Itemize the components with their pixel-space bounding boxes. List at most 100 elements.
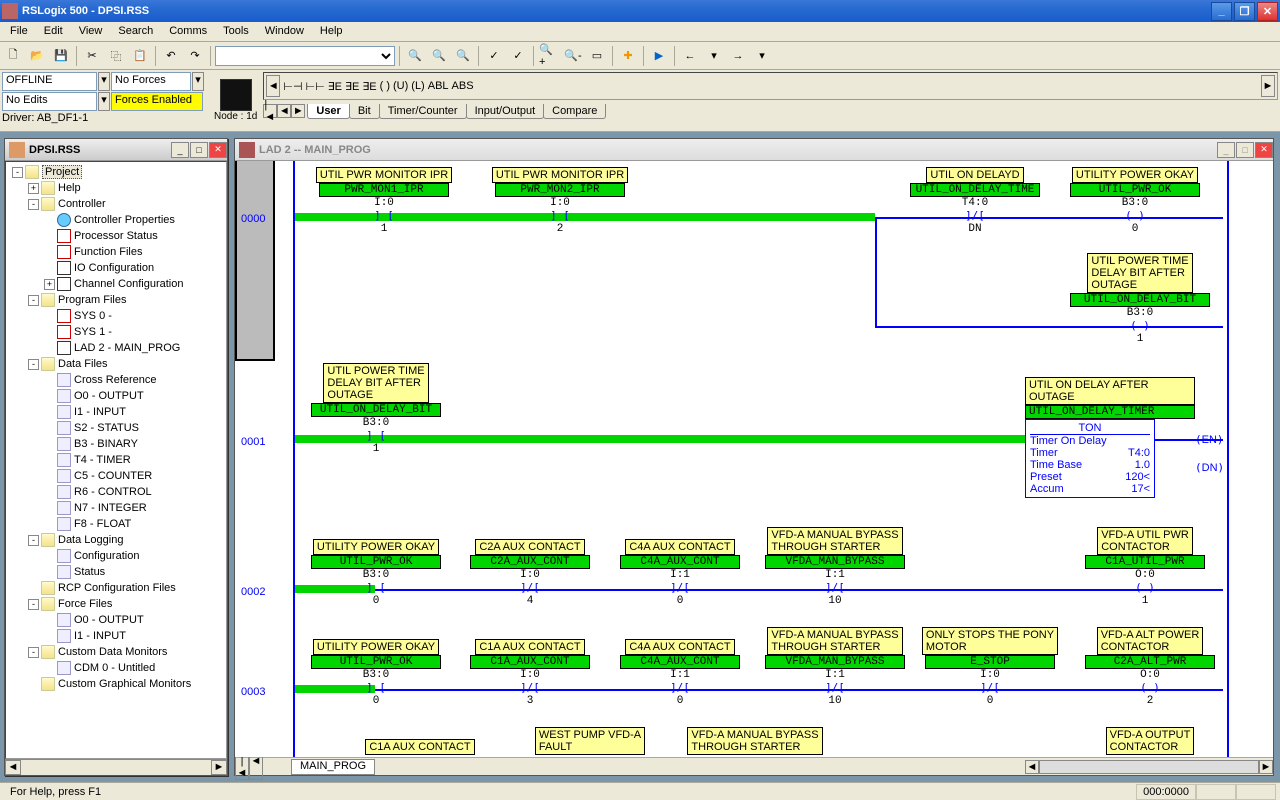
ladder-tab-main[interactable]: MAIN_PROG bbox=[291, 759, 375, 775]
rung-output[interactable]: VFD-A OUTPUT CONTACTOR bbox=[1075, 727, 1225, 755]
tree-item[interactable]: Custom Graphical Monitors bbox=[8, 676, 224, 692]
ltab-first[interactable]: |◄ bbox=[235, 754, 249, 780]
tree-item[interactable]: -Program Files bbox=[8, 292, 224, 308]
rung-element[interactable]: UTIL POWER TIME DELAY BIT AFTER OUTAGE U… bbox=[301, 363, 451, 455]
tree-minimize-button[interactable]: _ bbox=[171, 142, 189, 158]
tree-expander[interactable]: + bbox=[28, 183, 39, 194]
run-button[interactable]: ▶ bbox=[648, 45, 670, 67]
instr-otl-icon[interactable]: (L) bbox=[411, 80, 424, 92]
tree-item[interactable]: I1 - INPUT bbox=[8, 628, 224, 644]
tree-item[interactable]: Status bbox=[8, 564, 224, 580]
zoom-fit-button[interactable]: ▭ bbox=[586, 45, 608, 67]
edits-dropdown[interactable]: ▾ bbox=[98, 92, 110, 111]
mode-dropdown[interactable]: ▾ bbox=[98, 72, 110, 91]
tree-item[interactable]: SYS 0 - bbox=[8, 308, 224, 324]
ladder-minimize-button[interactable]: _ bbox=[1217, 142, 1235, 158]
tree-expander[interactable]: - bbox=[28, 535, 39, 546]
scroll-right-button[interactable]: ► bbox=[1261, 75, 1275, 97]
hscroll-left[interactable]: ◄ bbox=[1025, 760, 1039, 774]
rung-element[interactable]: UTIL PWR MONITOR IPR PWR_MON2_IPR I:0 ] … bbox=[485, 167, 635, 235]
tree-expander[interactable]: - bbox=[28, 647, 39, 658]
rung-element[interactable]: VFD-A MANUAL BYPASS THROUGH STARTER bbox=[675, 727, 835, 755]
undo-button[interactable]: ↶ bbox=[160, 45, 182, 67]
paste-button[interactable]: 📋 bbox=[129, 45, 151, 67]
ladder-close-button[interactable]: ✕ bbox=[1255, 142, 1273, 158]
tree-item[interactable]: Configuration bbox=[8, 548, 224, 564]
tree-item[interactable]: -Controller bbox=[8, 196, 224, 212]
rung-element[interactable]: C1A AUX CONTACT C1A_AUX_CONT I:0 ]/[ 3 bbox=[465, 639, 595, 707]
nav-back-menu[interactable]: ▾ bbox=[703, 45, 725, 67]
tree-item[interactable]: R6 - CONTROL bbox=[8, 484, 224, 500]
tree-item[interactable]: CDM 0 - Untitled bbox=[8, 660, 224, 676]
rung-output[interactable]: VFD-A ALT POWER CONTACTOR C2A_ALT_PWR O:… bbox=[1075, 627, 1225, 707]
minimize-button[interactable]: _ bbox=[1211, 2, 1232, 21]
copy-button[interactable]: ⿻ bbox=[105, 45, 127, 67]
instr-osf-icon[interactable]: ∃E bbox=[362, 80, 376, 93]
find-next-button[interactable]: 🔍 bbox=[428, 45, 450, 67]
tree-item[interactable]: I1 - INPUT bbox=[8, 404, 224, 420]
menu-comms[interactable]: Comms bbox=[161, 22, 215, 41]
project-tree[interactable]: -Project+Help-ControllerController Prope… bbox=[5, 161, 227, 759]
rung-element[interactable]: C1A AUX CONTACT bbox=[345, 739, 495, 755]
cut-button[interactable]: ✂ bbox=[81, 45, 103, 67]
maximize-button[interactable]: ❐ bbox=[1234, 2, 1255, 21]
tab-io[interactable]: Input/Output bbox=[466, 104, 545, 119]
rung-output[interactable]: UTIL POWER TIME DELAY BIT AFTER OUTAGE U… bbox=[1060, 253, 1220, 345]
tree-close-button[interactable]: ✕ bbox=[209, 142, 227, 158]
instr-branch-icon[interactable]: ⊢⊢ bbox=[306, 80, 325, 93]
tree-expander[interactable]: - bbox=[28, 599, 39, 610]
rung-output[interactable]: UTIL ON DELAY AFTER OUTAGE UTIL_ON_DELAY… bbox=[1025, 377, 1215, 498]
tree-item[interactable]: O0 - OUTPUT bbox=[8, 612, 224, 628]
verify-button[interactable]: ✓ bbox=[483, 45, 505, 67]
tree-item[interactable]: +Help bbox=[8, 180, 224, 196]
tab-user[interactable]: User bbox=[307, 104, 349, 119]
menu-file[interactable]: File bbox=[2, 22, 36, 41]
instr-rung-icon[interactable]: ⊢⊣ bbox=[283, 80, 302, 93]
instr-xic-icon[interactable]: ∃E bbox=[328, 80, 342, 93]
tab-bit[interactable]: Bit bbox=[349, 104, 380, 119]
scroll-left-button[interactable]: ◄ bbox=[266, 75, 280, 97]
instr-ote-icon[interactable]: ( ) bbox=[380, 80, 390, 92]
redo-button[interactable]: ↷ bbox=[184, 45, 206, 67]
instr-abl-icon[interactable]: ABL bbox=[428, 80, 449, 92]
save-button[interactable]: 💾 bbox=[50, 45, 72, 67]
rung-element[interactable]: UTILITY POWER OKAY UTIL_PWR_OK B3:0 ] [ … bbox=[301, 539, 451, 607]
tree-item[interactable]: S2 - STATUS bbox=[8, 420, 224, 436]
tree-item[interactable]: -Data Files bbox=[8, 356, 224, 372]
tree-item[interactable]: +Channel Configuration bbox=[8, 276, 224, 292]
tree-item[interactable]: B3 - BINARY bbox=[8, 436, 224, 452]
tree-item[interactable]: Controller Properties bbox=[8, 212, 224, 228]
tree-item[interactable]: RCP Configuration Files bbox=[8, 580, 224, 596]
rung-element[interactable]: ONLY STOPS THE PONY MOTOR E_STOP I:0 ]/[… bbox=[915, 627, 1065, 707]
tree-item[interactable]: LAD 2 - MAIN_PROG bbox=[8, 340, 224, 356]
instr-otu-icon[interactable]: (U) bbox=[393, 80, 408, 92]
tree-item[interactable]: N7 - INTEGER bbox=[8, 500, 224, 516]
zoom-in-button[interactable]: 🔍+ bbox=[538, 45, 560, 67]
tree-item[interactable]: Cross Reference bbox=[8, 372, 224, 388]
rung-element[interactable]: UTILITY POWER OKAY UTIL_PWR_OK B3:0 ] [ … bbox=[301, 639, 451, 707]
tree-maximize-button[interactable]: □ bbox=[190, 142, 208, 158]
tab-compare[interactable]: Compare bbox=[543, 104, 606, 119]
forces-dropdown[interactable]: ▾ bbox=[192, 72, 204, 91]
tree-item[interactable]: -Force Files bbox=[8, 596, 224, 612]
tree-item[interactable]: T4 - TIMER bbox=[8, 452, 224, 468]
menu-window[interactable]: Window bbox=[257, 22, 312, 41]
rung-element[interactable]: C2A AUX CONTACT C2A_AUX_CONT I:0 ]/[ 4 bbox=[465, 539, 595, 607]
nav-fwd-menu[interactable]: ▾ bbox=[751, 45, 773, 67]
find-button[interactable]: 🔍 bbox=[404, 45, 426, 67]
nav-back-button[interactable]: ← bbox=[679, 45, 701, 67]
ladder-maximize-button[interactable]: □ bbox=[1236, 142, 1254, 158]
instr-abs-icon[interactable]: ABS bbox=[452, 80, 474, 92]
tree-item[interactable]: IO Configuration bbox=[8, 260, 224, 276]
close-button[interactable]: ✕ bbox=[1257, 2, 1278, 21]
tree-item[interactable]: -Custom Data Monitors bbox=[8, 644, 224, 660]
tab-scroll-left[interactable]: ◄ bbox=[277, 104, 291, 118]
rung-element[interactable]: C4A AUX CONTACT C4A_AUX_CONT I:1 ]/[ 0 bbox=[615, 539, 745, 607]
tree-expander[interactable]: - bbox=[28, 359, 39, 370]
tree-item[interactable]: Function Files bbox=[8, 244, 224, 260]
rung-element[interactable]: WEST PUMP VFD-A FAULT bbox=[515, 727, 665, 755]
instr-xio-icon[interactable]: ∃E bbox=[345, 80, 359, 93]
ltab-prev[interactable]: ◄ bbox=[249, 754, 263, 780]
ladder-canvas[interactable]: 0000 UTIL PWR MONITOR IPR PWR_MON1_IPR I… bbox=[235, 161, 1273, 757]
address-combo[interactable] bbox=[215, 46, 395, 66]
